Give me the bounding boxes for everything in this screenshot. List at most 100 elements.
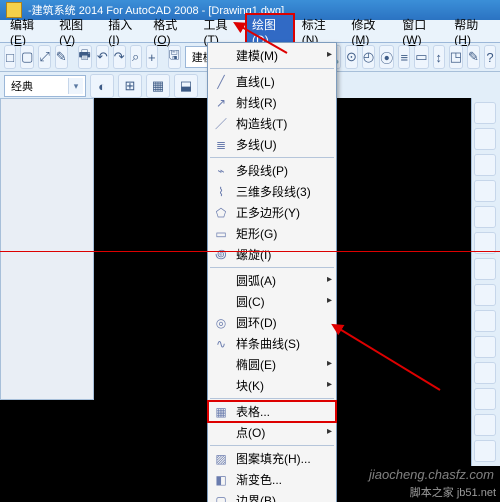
menu-item[interactable]: ／ 构造线(T)	[208, 113, 336, 134]
toolbar-button[interactable]: ⊙	[345, 45, 358, 69]
toolbar-button[interactable]: ⌕	[130, 45, 142, 69]
layer-button[interactable]: ◐	[90, 74, 114, 98]
menu-item-label: 构造线(T)	[236, 115, 287, 132]
toolbar-button[interactable]: ✎	[55, 45, 68, 69]
menu-item-icon	[212, 273, 230, 289]
toolbar-button[interactable]: ↕	[433, 45, 445, 69]
menu-item-icon: ⌇	[212, 184, 230, 200]
menu-item-label: 边界(B)...	[236, 492, 286, 502]
menu-item[interactable]: 圆(C)▸	[208, 291, 336, 312]
menu-item-icon	[212, 357, 230, 373]
submenu-arrow-icon: ▸	[327, 358, 332, 369]
menu-item-icon: ／	[212, 116, 230, 132]
layer-button[interactable]: ⬓	[174, 74, 198, 98]
menu-separator	[210, 267, 334, 268]
menu-m[interactable]: 修改(M)	[345, 14, 394, 49]
menu-item[interactable]: ⬠ 正多边形(Y)	[208, 202, 336, 223]
menu-item-icon: ⌁	[212, 163, 230, 179]
menu-item[interactable]: 块(K)▸	[208, 375, 336, 396]
right-toolbar-button[interactable]	[474, 154, 496, 176]
menu-item[interactable]: ╱直线(L)	[208, 71, 336, 92]
menu-item[interactable]: 建模(M)▸	[208, 45, 336, 66]
menu-item[interactable]: ▭矩形(G)	[208, 223, 336, 244]
menu-item[interactable]: ≣多线(U)	[208, 134, 336, 155]
menu-item-label: 圆环(D)	[236, 314, 277, 331]
menu-item-label: 正多边形(Y)	[236, 204, 300, 221]
menu-item[interactable]: ↗射线(R)	[208, 92, 336, 113]
submenu-arrow-icon: ▸	[327, 49, 332, 60]
toolbar-button[interactable]: □	[4, 45, 16, 69]
layer-button[interactable]: ▦	[146, 74, 170, 98]
menu-item[interactable]: 椭圆(E)▸	[208, 354, 336, 375]
menu-item[interactable]: ∿样条曲线(S)	[208, 333, 336, 354]
menu-separator	[210, 157, 334, 158]
right-toolbar-button[interactable]	[474, 336, 496, 358]
menu-item-icon: ▢	[212, 493, 230, 502]
menu-h[interactable]: 帮助(H)	[448, 14, 496, 49]
toolbar-button[interactable]: ◳	[449, 45, 463, 69]
menu-item-icon: ▦	[212, 404, 230, 420]
menu-item-icon	[212, 425, 230, 441]
menu-e[interactable]: 编辑(E)	[4, 14, 51, 49]
right-toolbar-button[interactable]	[474, 284, 496, 306]
menu-item-icon	[212, 48, 230, 64]
separator	[162, 46, 164, 68]
menu-item-label: 多段线(P)	[236, 162, 288, 179]
toolbar-button[interactable]: +	[146, 45, 158, 69]
menu-w[interactable]: 窗口(W)	[396, 14, 446, 49]
toolbar-button[interactable]: 🖶	[78, 45, 92, 69]
toolbar-button[interactable]: ✎	[467, 45, 480, 69]
right-toolbar-button[interactable]	[474, 258, 496, 280]
menu-o[interactable]: 格式(O)	[147, 14, 195, 49]
menu-item-label: 表格...	[236, 403, 270, 420]
menu-item-label: 多线(U)	[236, 136, 277, 153]
menu-item-label: 图案填充(H)...	[236, 450, 311, 467]
menu-separator	[210, 445, 334, 446]
toolbar-button[interactable]: ▢	[20, 45, 34, 69]
menu-item[interactable]: ⌁ 多段线(P)	[208, 160, 336, 181]
menu-item[interactable]: ▢ 边界(B)...	[208, 490, 336, 502]
layer-button[interactable]: ⊞	[118, 74, 142, 98]
toolbar-button[interactable]: ▭	[414, 45, 428, 69]
submenu-arrow-icon: ▸	[327, 426, 332, 437]
menu-item[interactable]: 点(O)▸	[208, 422, 336, 443]
menu-item[interactable]: ▨图案填充(H)...	[208, 448, 336, 469]
workspace-combo[interactable]: 经典 ▾	[4, 75, 86, 97]
toolbar-button[interactable]: ?	[484, 45, 496, 69]
workspace-combo-value: 经典	[11, 78, 33, 94]
right-toolbar-button[interactable]	[474, 310, 496, 332]
toolbar-right	[471, 98, 500, 466]
menu-item-icon: ꩜	[212, 247, 230, 263]
menu-item-icon: ◎	[212, 315, 230, 331]
toolbar-button[interactable]: ≡	[398, 45, 410, 69]
right-toolbar-button[interactable]	[474, 414, 496, 436]
menu-v[interactable]: 视图(V)	[53, 14, 100, 49]
menu-item[interactable]: 圆弧(A)▸	[208, 270, 336, 291]
toolbar-button[interactable]: ⤢	[38, 45, 50, 69]
menu-item[interactable]: ▦ 表格...	[208, 401, 336, 422]
menu-item[interactable]: ⌇三维多段线(3)	[208, 181, 336, 202]
toolbar-button[interactable]: ↷	[113, 45, 126, 69]
draw-menu-dropdown: 建模(M)▸ ╱直线(L)↗射线(R) ／ 构造线(T) ≣多线(U) ⌁ 多段线(P) ⌇三…	[207, 42, 337, 502]
menu-item-icon: ↗	[212, 95, 230, 111]
right-toolbar-button[interactable]	[474, 440, 496, 462]
right-toolbar-button[interactable]	[474, 362, 496, 384]
submenu-arrow-icon: ▸	[327, 379, 332, 390]
right-toolbar-button[interactable]	[474, 102, 496, 124]
menu-item-icon: ◧	[212, 472, 230, 488]
menu-item[interactable]: ꩜螺旋(I)	[208, 244, 336, 265]
tool-palette[interactable]	[0, 98, 94, 400]
toolbar-button[interactable]: ◴	[362, 45, 375, 69]
menu-i[interactable]: 插入(I)	[102, 14, 145, 49]
right-toolbar-button[interactable]	[474, 206, 496, 228]
right-toolbar-button[interactable]	[474, 232, 496, 254]
right-toolbar-button[interactable]	[474, 128, 496, 150]
menu-item-icon: ⬠	[212, 205, 230, 221]
toolbar-button[interactable]: ↶	[96, 45, 109, 69]
menu-item[interactable]: ◎ 圆环(D)	[208, 312, 336, 333]
right-toolbar-button[interactable]	[474, 180, 496, 202]
toolbar-button[interactable]: ⦿	[379, 45, 394, 69]
toolbar-button[interactable]: 🖫	[168, 45, 181, 69]
right-toolbar-button[interactable]	[474, 388, 496, 410]
menu-item[interactable]: ◧渐变色...	[208, 469, 336, 490]
